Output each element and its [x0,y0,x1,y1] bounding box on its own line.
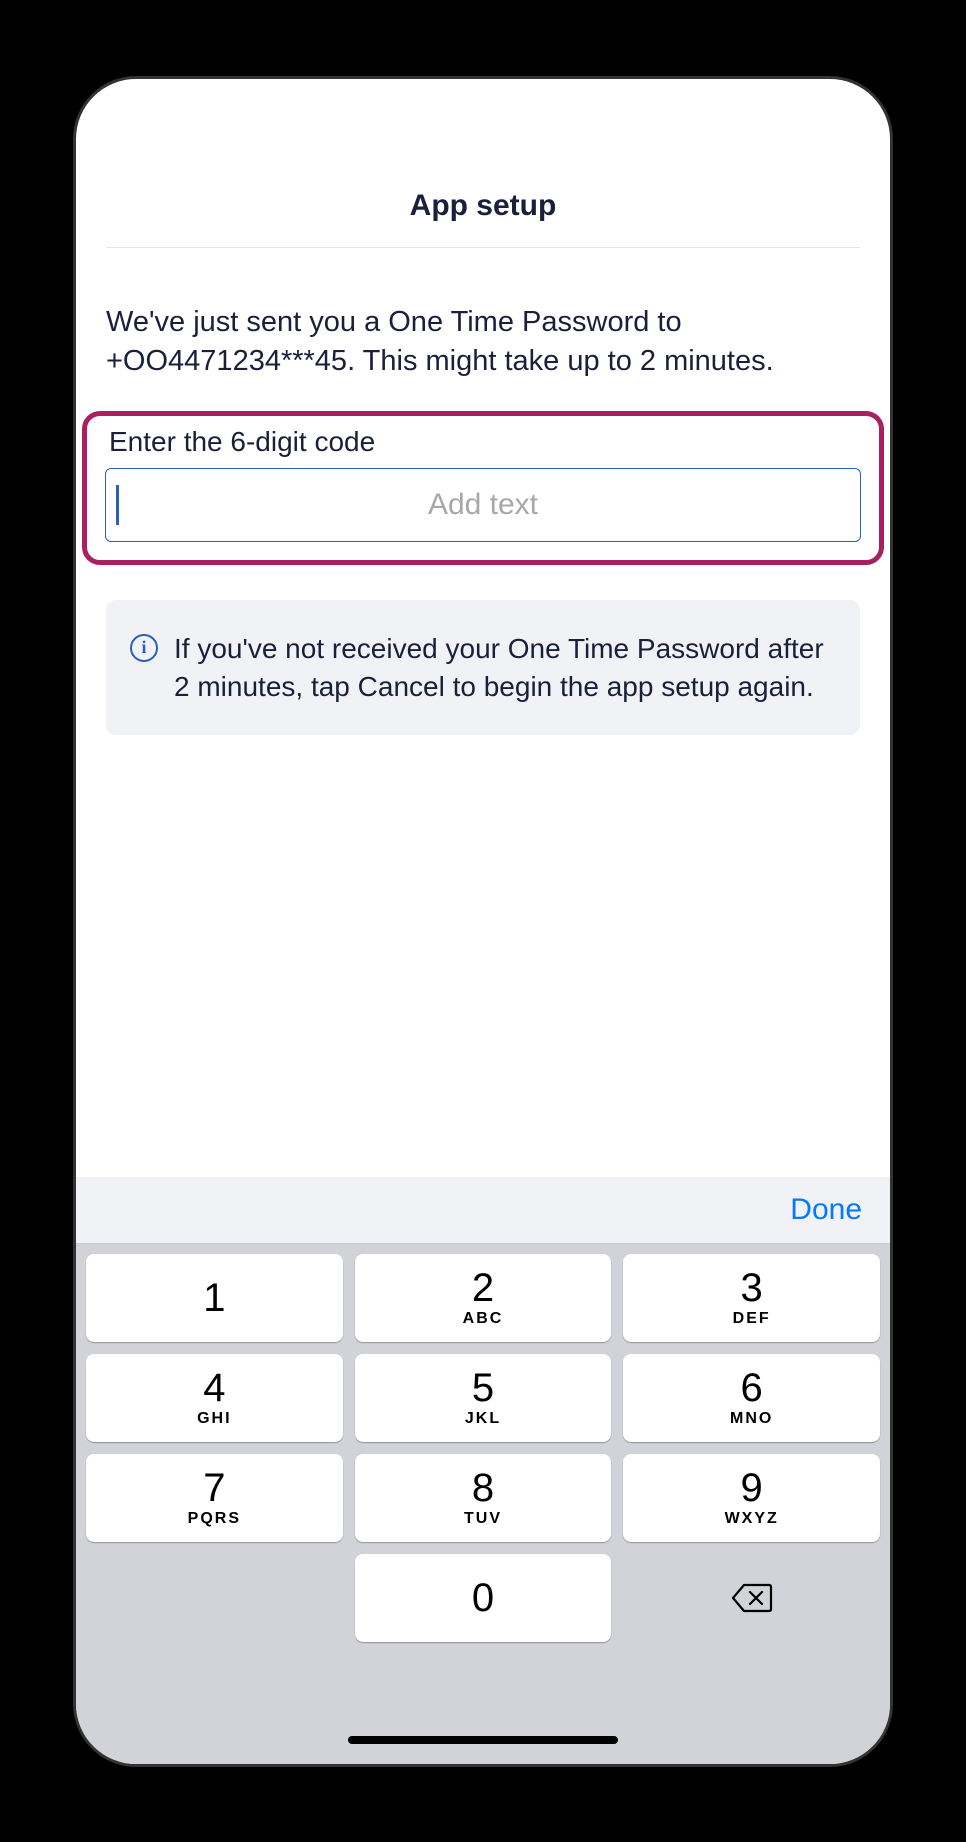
code-input[interactable]: Add text [105,468,861,542]
key-9[interactable]: 9 WXYZ [623,1454,880,1542]
key-3[interactable]: 3 DEF [623,1254,880,1342]
key-6[interactable]: 6 MNO [623,1354,880,1442]
keypad: 1 2 ABC 3 DEF 4 GHI 5 JKL [76,1244,890,1642]
header: App setup [106,79,860,248]
backspace-icon [731,1582,773,1614]
key-5[interactable]: 5 JKL [355,1354,612,1442]
home-indicator[interactable] [348,1736,618,1744]
page-title: App setup [106,189,860,223]
info-banner: i If you've not received your One Time P… [106,600,860,736]
key-1[interactable]: 1 [86,1254,343,1342]
numeric-keyboard: Done 1 2 ABC 3 DEF 4 GHI [76,1177,890,1764]
code-input-label: Enter the 6-digit code [105,426,861,458]
key-2[interactable]: 2 ABC [355,1254,612,1342]
key-spacer [86,1554,343,1642]
key-8[interactable]: 8 TUV [355,1454,612,1542]
phone-frame: App setup We've just sent you a One Time… [76,79,890,1764]
key-7[interactable]: 7 PQRS [86,1454,343,1542]
info-text: If you've not received your One Time Pas… [174,630,836,706]
keyboard-toolbar: Done [76,1177,890,1244]
keyboard-done-button[interactable]: Done [790,1193,862,1227]
code-input-placeholder: Add text [106,488,860,522]
key-backspace[interactable] [623,1554,880,1642]
code-input-section: Enter the 6-digit code Add text [82,411,884,565]
key-4[interactable]: 4 GHI [86,1354,343,1442]
key-0[interactable]: 0 [355,1554,612,1642]
info-icon: i [130,634,158,662]
text-cursor [116,485,119,525]
otp-message: We've just sent you a One Time Password … [76,248,890,411]
